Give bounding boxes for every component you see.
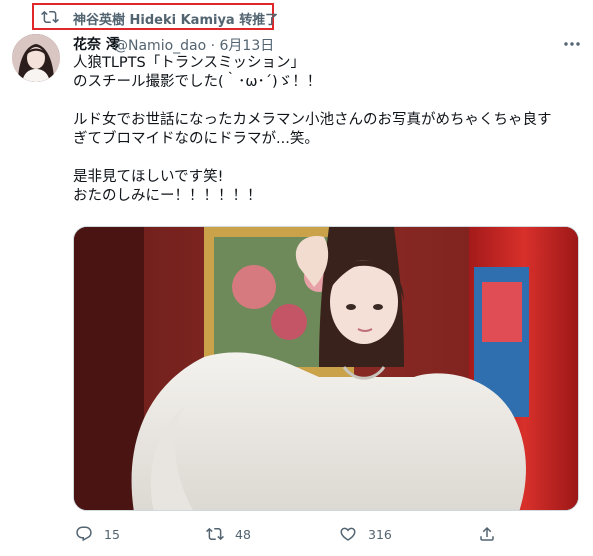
retweet-button[interactable]: 48 bbox=[206, 522, 251, 546]
tweet-text: 人狼TLPTS「トランスミッション」 のスチール撮影でした(｀･ω･´)ゞ！！ … bbox=[73, 54, 573, 206]
share-icon bbox=[480, 526, 494, 541]
tweet-actions: 15 48 316 bbox=[73, 522, 496, 546]
retweet-action-icon bbox=[206, 527, 224, 541]
tweet-line: ルド女でお世話になったカメラマン小池さんのお写真がめちゃくちゃ良す bbox=[73, 112, 552, 128]
share-button[interactable] bbox=[478, 522, 496, 546]
tweet-line: 人狼TLPTS「トランスミッション」 bbox=[73, 55, 305, 71]
retweet-context: 神谷英樹 Hideki Kamiya 转推了 bbox=[0, 0, 593, 33]
reply-icon bbox=[76, 526, 92, 542]
tweet-line: おたのしみにー！！！！！！ bbox=[73, 188, 262, 204]
more-options-icon[interactable] bbox=[562, 36, 582, 52]
photo-illustration bbox=[74, 227, 578, 510]
like-count: 316 bbox=[368, 526, 392, 542]
avatar[interactable] bbox=[12, 34, 60, 82]
retweet-count: 48 bbox=[235, 526, 251, 542]
author-name[interactable]: 花奈 澪 bbox=[73, 34, 120, 54]
retweeter-link[interactable]: 神谷英樹 Hideki Kamiya 转推了 bbox=[73, 9, 278, 28]
tweet-photo[interactable] bbox=[73, 226, 579, 511]
heart-icon bbox=[340, 527, 356, 541]
author-handle-date[interactable]: @Namio_dao · 6月13日 bbox=[114, 35, 274, 55]
tweet-line: ぎてブロマイドなのにドラマが...笑。 bbox=[73, 131, 319, 147]
retweet-icon bbox=[41, 10, 59, 24]
like-button[interactable]: 316 bbox=[339, 522, 392, 546]
tweet-line: のスチール撮影でした(｀･ω･´)ゞ！！ bbox=[73, 74, 322, 90]
avatar-photo bbox=[12, 34, 60, 82]
reply-count: 15 bbox=[104, 526, 120, 542]
reply-button[interactable]: 15 bbox=[75, 522, 120, 546]
tweet-line: 是非見てほしいです笑! bbox=[73, 169, 224, 185]
